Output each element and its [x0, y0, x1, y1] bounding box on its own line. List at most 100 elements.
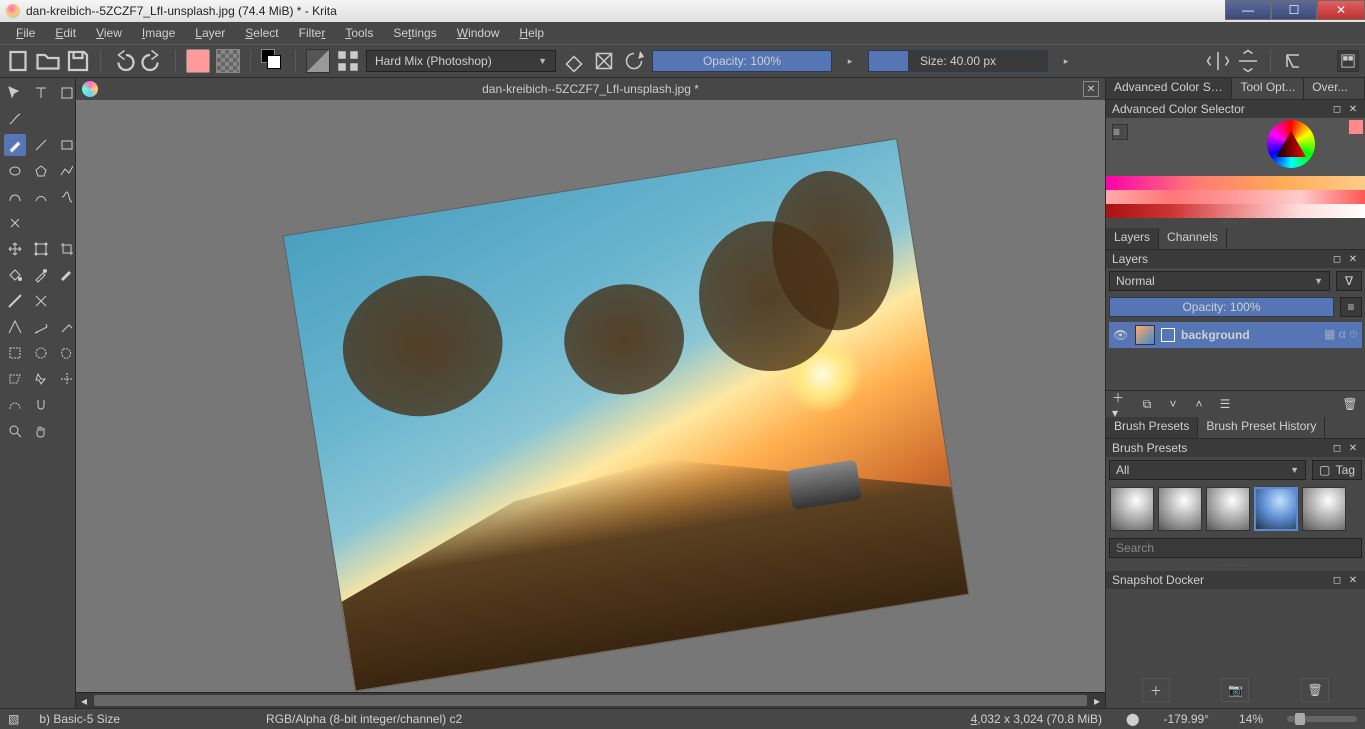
tool-ellipse[interactable]	[4, 160, 26, 182]
tab-tool-options[interactable]: Tool Opt...	[1232, 78, 1304, 99]
brush-settings-button[interactable]	[336, 49, 360, 73]
layer-properties-button[interactable]: ☰	[1216, 395, 1234, 413]
close-docker-icon[interactable]: ✕	[1347, 103, 1359, 115]
alpha-lock-toggle[interactable]	[592, 49, 616, 73]
move-down-button[interactable]: ˅	[1164, 395, 1182, 413]
layer-name-label[interactable]: background	[1181, 328, 1250, 342]
duplicate-layer-button[interactable]: ⧉	[1138, 395, 1156, 413]
close-button[interactable]: ✕	[1317, 0, 1365, 20]
brush-editor-button[interactable]	[306, 49, 330, 73]
undo-button[interactable]	[111, 49, 135, 73]
fg-bg-color-swap[interactable]	[261, 49, 285, 73]
menu-select[interactable]: Select	[235, 24, 288, 42]
wrap-around-button[interactable]	[1281, 49, 1305, 73]
document-tab-title[interactable]: dan-kreibich--5ZCZF7_LfI-unsplash.jpg *	[106, 82, 1075, 96]
close-docker-icon[interactable]: ✕	[1347, 253, 1359, 265]
opacity-more-button[interactable]: ▸	[838, 49, 862, 73]
tool-multibrush[interactable]	[4, 212, 26, 234]
docker-separator[interactable]: ⋯⋯⋯	[1106, 218, 1365, 228]
tool-calligraphy[interactable]	[4, 108, 26, 130]
tool-freehand-brush[interactable]	[4, 134, 26, 156]
size-more-button[interactable]: ▸	[1054, 49, 1078, 73]
tool-contiguous-select[interactable]	[30, 368, 52, 390]
new-file-button[interactable]	[6, 49, 30, 73]
tool-polyline[interactable]	[56, 160, 78, 182]
layer-blend-select[interactable]: Normal▼	[1109, 271, 1330, 291]
tool-dyna[interactable]	[56, 186, 78, 208]
menu-settings[interactable]: Settings	[383, 24, 446, 42]
open-file-button[interactable]	[36, 49, 60, 73]
delete-layer-button[interactable]: 🗑	[1341, 395, 1359, 413]
zoom-slider[interactable]	[1287, 716, 1357, 722]
menu-view[interactable]: View	[86, 24, 132, 42]
tab-advanced-color[interactable]: Advanced Color Sele...	[1106, 78, 1232, 99]
layer-filter-button[interactable]: ∇	[1336, 271, 1362, 291]
tool-rect-select[interactable]	[4, 342, 26, 364]
workspace-chooser[interactable]	[1337, 50, 1359, 72]
eye-icon[interactable]: 👁	[1113, 328, 1129, 342]
status-dimensions[interactable]: 4,032 x 3,024 (70.8 MiB)	[965, 712, 1108, 726]
tool-similar-select[interactable]	[56, 368, 78, 390]
status-rotation[interactable]: -179.99°	[1157, 712, 1215, 726]
snapshot-delete-button[interactable]: 🗑	[1301, 678, 1329, 702]
tool-reference[interactable]	[56, 316, 78, 338]
gradient-swatch[interactable]	[186, 49, 210, 73]
tool-bezier[interactable]	[4, 186, 26, 208]
tool-freehand-path[interactable]	[30, 186, 52, 208]
reload-preset-button[interactable]	[622, 49, 646, 73]
float-docker-icon[interactable]: ◻	[1331, 103, 1343, 115]
menu-filter[interactable]: Filter	[289, 24, 336, 42]
tool-gradient[interactable]	[4, 290, 26, 312]
acs-menu-icon[interactable]: ≡	[1112, 124, 1128, 140]
last-color-swatch[interactable]	[1349, 120, 1363, 134]
tool-bezier-select[interactable]	[4, 394, 26, 416]
preset-tag-button[interactable]: ▢ Tag	[1312, 460, 1362, 480]
tool-transform[interactable]	[4, 82, 26, 104]
close-docker-icon[interactable]: ✕	[1347, 574, 1359, 586]
tool-pan[interactable]	[30, 420, 52, 442]
opacity-slider[interactable]: Opacity: 100%	[652, 50, 832, 72]
status-zoom[interactable]: 14%	[1233, 712, 1269, 726]
canvas-hscroll[interactable]: ◂ ▸	[76, 692, 1105, 708]
tab-brush-history[interactable]: Brush Preset History	[1198, 417, 1325, 438]
tool-freehand-select[interactable]	[56, 342, 78, 364]
save-file-button[interactable]	[66, 49, 90, 73]
tool-smart-patch[interactable]	[56, 264, 78, 286]
menu-layer[interactable]: Layer	[185, 24, 235, 42]
preset-search-input[interactable]: Search	[1109, 538, 1362, 558]
blend-mode-select[interactable]: Hard Mix (Photoshop) ▼	[366, 50, 556, 72]
layer-opacity-slider[interactable]: Opacity: 100%	[1109, 297, 1334, 317]
pattern-swatch[interactable]	[216, 49, 240, 73]
tool-text[interactable]	[30, 82, 52, 104]
float-docker-icon[interactable]: ◻	[1331, 253, 1343, 265]
mirror-h-button[interactable]	[1206, 49, 1230, 73]
status-brush-preset[interactable]: b) Basic-5 Size	[33, 712, 126, 726]
tool-rectangle[interactable]	[56, 134, 78, 156]
menu-window[interactable]: Window	[447, 24, 510, 42]
preset-filter-select[interactable]: All▼	[1109, 460, 1306, 480]
color-wheel[interactable]	[1267, 120, 1315, 168]
tool-transform-layer[interactable]	[30, 238, 52, 260]
tool-color-picker[interactable]	[30, 264, 52, 286]
tool-edit-shapes[interactable]	[56, 82, 78, 104]
layer-lock-icons[interactable]: ▦ α ⯐	[1324, 325, 1358, 346]
tool-assistant[interactable]	[4, 316, 26, 338]
float-docker-icon[interactable]: ◻	[1331, 574, 1343, 586]
advanced-color-selector[interactable]: ≡	[1106, 118, 1365, 218]
tool-fill[interactable]	[4, 264, 26, 286]
menu-tools[interactable]: Tools	[335, 24, 383, 42]
tab-overview[interactable]: Over...	[1304, 78, 1365, 99]
maximize-button[interactable]: ☐	[1271, 0, 1317, 20]
tab-brush-presets[interactable]: Brush Presets	[1106, 417, 1198, 438]
tool-pattern-edit[interactable]	[30, 290, 52, 312]
float-docker-icon[interactable]: ◻	[1331, 442, 1343, 454]
tool-move[interactable]	[4, 238, 26, 260]
status-color-model[interactable]: RGB/Alpha (8-bit integer/channel) c2	[260, 712, 468, 726]
snapshot-capture-button[interactable]: 📷	[1221, 678, 1249, 702]
document-close-button[interactable]: ✕	[1083, 81, 1099, 97]
tool-measure[interactable]	[30, 316, 52, 338]
brush-preset-3[interactable]	[1206, 487, 1250, 531]
tool-line[interactable]	[30, 134, 52, 156]
snapshot-add-button[interactable]: ＋	[1142, 678, 1170, 702]
brush-preset-1[interactable]	[1110, 487, 1154, 531]
